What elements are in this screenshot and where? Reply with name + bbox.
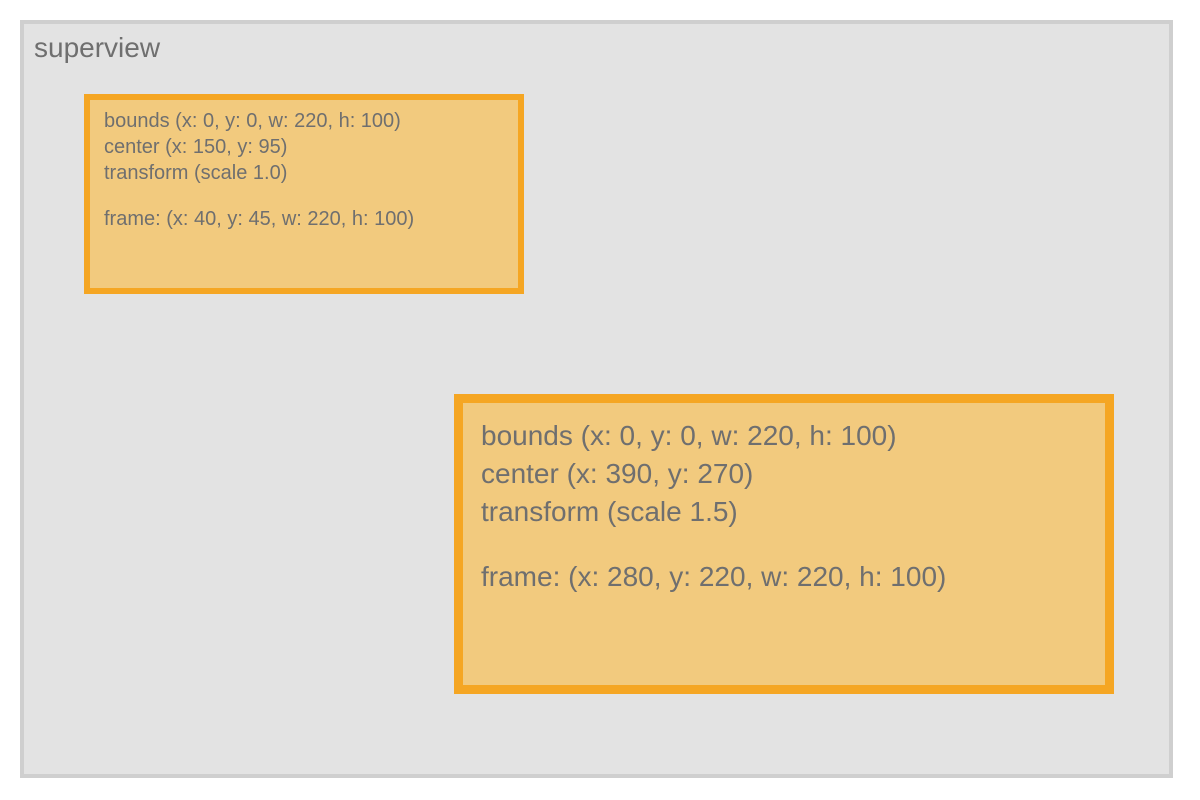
diagram-canvas: superview bounds (x: 0, y: 0, w: 220, h:… bbox=[0, 0, 1200, 800]
frame-line: frame: (x: 40, y: 45, w: 220, h: 100) bbox=[104, 206, 506, 232]
child-view-scaled: bounds (x: 0, y: 0, w: 220, h: 100) cent… bbox=[454, 394, 1114, 694]
superview-container: superview bounds (x: 0, y: 0, w: 220, h:… bbox=[20, 20, 1173, 778]
transform-line: transform (scale 1.0) bbox=[104, 160, 506, 186]
center-line: center (x: 150, y: 95) bbox=[104, 134, 506, 160]
center-line: center (x: 390, y: 270) bbox=[481, 455, 1087, 493]
superview-label: superview bbox=[34, 32, 160, 64]
bounds-line: bounds (x: 0, y: 0, w: 220, h: 100) bbox=[104, 108, 506, 134]
frame-line: frame: (x: 280, y: 220, w: 220, h: 100) bbox=[481, 558, 1087, 596]
transform-line: transform (scale 1.5) bbox=[481, 493, 1087, 531]
bounds-line: bounds (x: 0, y: 0, w: 220, h: 100) bbox=[481, 417, 1087, 455]
spacer bbox=[481, 530, 1087, 558]
child-view-original: bounds (x: 0, y: 0, w: 220, h: 100) cent… bbox=[84, 94, 524, 294]
spacer bbox=[104, 186, 506, 206]
